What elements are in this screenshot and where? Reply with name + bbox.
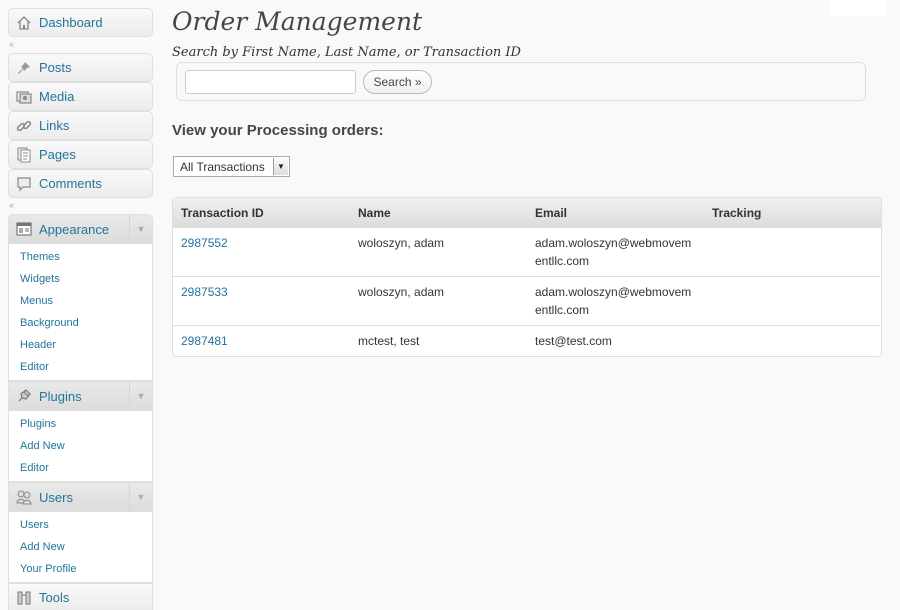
transaction-id-link[interactable]: 2987481 xyxy=(173,326,350,356)
menu-dashboard-label: Dashboard xyxy=(39,15,103,30)
plugins-submenu: Plugins Add New Editor xyxy=(8,411,153,482)
table-header-row: Transaction ID Name Email Tracking xyxy=(173,198,881,228)
collapse-arrow-icon: « xyxy=(9,200,15,210)
dashboard-icon xyxy=(16,15,32,31)
column-header-email: Email xyxy=(527,198,704,228)
customer-name: woloszyn, adam xyxy=(350,228,527,277)
plugin-icon xyxy=(16,388,32,404)
menu-users-label: Users xyxy=(39,489,73,505)
submenu-header[interactable]: Header xyxy=(9,334,152,356)
pin-icon xyxy=(16,60,32,76)
submenu-editor[interactable]: Editor xyxy=(9,356,152,378)
submenu-your-profile[interactable]: Your Profile xyxy=(9,558,152,580)
search-input[interactable] xyxy=(185,70,356,94)
search-label: Search by First Name, Last Name, or Tran… xyxy=(172,45,521,60)
collapse-arrow-icon: « xyxy=(9,39,15,49)
menu-comments-label: Comments xyxy=(39,176,102,191)
transaction-filter-select[interactable]: All Transactions ▼ xyxy=(173,156,290,177)
menu-separator[interactable]: « xyxy=(8,198,153,214)
transaction-id-link[interactable]: 2987533 xyxy=(173,277,350,326)
customer-email: test@test.com xyxy=(535,334,612,348)
menu-toggle-arrow-icon[interactable]: ▼ xyxy=(129,215,152,243)
submenu-add-new-plugin[interactable]: Add New xyxy=(9,435,152,457)
pages-icon xyxy=(16,147,32,163)
menu-links-label: Links xyxy=(39,118,70,133)
menu-separator[interactable]: « xyxy=(8,37,153,53)
menu-pages[interactable]: Pages xyxy=(8,140,153,169)
menu-posts[interactable]: Posts xyxy=(8,53,153,82)
menu-comments[interactable]: Comments xyxy=(8,169,153,198)
menu-pages-label: Pages xyxy=(39,147,76,162)
tracking-cell xyxy=(704,277,881,326)
submenu-plugin-editor[interactable]: Editor xyxy=(9,457,152,479)
customer-name: woloszyn, adam xyxy=(350,277,527,326)
submenu-menus[interactable]: Menus xyxy=(9,290,152,312)
appearance-icon xyxy=(16,221,32,237)
appearance-submenu: Themes Widgets Menus Background Header E… xyxy=(8,244,153,381)
search-panel: Search » xyxy=(176,62,866,101)
section-heading: View your Processing orders: xyxy=(172,122,384,139)
submenu-widgets[interactable]: Widgets xyxy=(9,268,152,290)
menu-links[interactable]: Links xyxy=(8,111,153,140)
menu-toggle-arrow-icon[interactable]: ▼ xyxy=(129,382,152,410)
menu-toggle-arrow-icon[interactable]: ▼ xyxy=(129,483,152,511)
submenu-users[interactable]: Users xyxy=(9,514,152,536)
menu-appearance[interactable]: Appearance ▼ xyxy=(8,214,153,244)
submenu-themes[interactable]: Themes xyxy=(9,246,152,268)
customer-name: mctest, test xyxy=(358,334,420,348)
menu-plugins-label: Plugins xyxy=(39,388,82,404)
table-row: 2987481 mctest, test test@test.com xyxy=(173,326,881,356)
link-icon xyxy=(16,118,32,134)
tracking-cell xyxy=(704,228,881,277)
screen-options-tab[interactable] xyxy=(830,0,887,16)
search-button[interactable]: Search » xyxy=(363,70,432,94)
menu-posts-label: Posts xyxy=(39,60,72,75)
customer-email: adam.woloszyn@webmovementllc.com xyxy=(527,277,704,326)
menu-media[interactable]: Media xyxy=(8,82,153,111)
menu-users[interactable]: Users ▼ xyxy=(8,482,153,512)
table-row: 2987552 woloszyn, adam adam.woloszyn@web… xyxy=(173,228,881,277)
submenu-background[interactable]: Background xyxy=(9,312,152,334)
filter-selected-value: All Transactions xyxy=(180,159,265,174)
menu-dashboard[interactable]: Dashboard xyxy=(8,8,153,37)
comment-icon xyxy=(16,176,32,192)
menu-plugins[interactable]: Plugins ▼ xyxy=(8,381,153,411)
column-header-transaction-id: Transaction ID xyxy=(173,198,350,228)
submenu-plugins[interactable]: Plugins xyxy=(9,413,152,435)
admin-sidebar: Dashboard « Posts Media Links Pages Comm… xyxy=(8,0,153,610)
submenu-add-new-user[interactable]: Add New xyxy=(9,536,152,558)
users-icon xyxy=(16,489,32,505)
transaction-id-link[interactable]: 2987552 xyxy=(173,228,350,277)
column-header-name: Name xyxy=(350,198,527,228)
media-icon xyxy=(16,89,32,105)
table-row: 2987533 woloszyn, adam adam.woloszyn@web… xyxy=(173,277,881,326)
tracking-cell xyxy=(704,326,881,356)
users-submenu: Users Add New Your Profile xyxy=(8,512,153,583)
customer-email: adam.woloszyn@webmovementllc.com xyxy=(527,228,704,277)
orders-table: Transaction ID Name Email Tracking 29875… xyxy=(172,197,882,357)
page-title: Order Management xyxy=(172,7,423,36)
menu-appearance-label: Appearance xyxy=(39,221,110,237)
column-header-tracking: Tracking xyxy=(704,198,881,228)
menu-tools-label: Tools xyxy=(39,590,70,605)
menu-media-label: Media xyxy=(39,89,75,104)
dropdown-arrow-icon: ▼ xyxy=(273,158,288,175)
menu-tools[interactable]: Tools xyxy=(8,583,153,610)
tools-icon xyxy=(16,590,32,606)
